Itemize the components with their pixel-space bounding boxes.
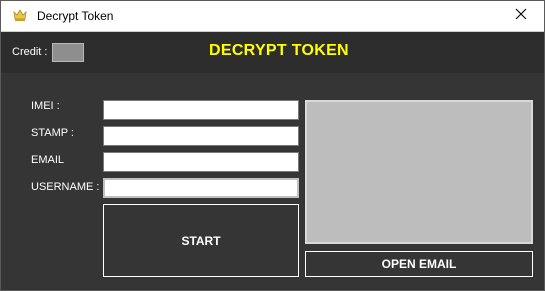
- start-button[interactable]: START: [103, 204, 299, 277]
- decrypt-token-window: Decrypt Token Credit : DECRYPT TOKEN IME…: [0, 0, 545, 291]
- imei-label: IMEI :: [31, 100, 60, 112]
- page-title: DECRYPT TOKEN: [209, 42, 349, 59]
- header-strip: Credit : DECRYPT TOKEN: [1, 32, 544, 73]
- stamp-label: STAMP :: [31, 127, 74, 139]
- window-title: Decrypt Token: [37, 9, 114, 23]
- title-bar[interactable]: Decrypt Token: [1, 1, 544, 32]
- close-icon: [515, 7, 527, 25]
- crown-icon: [13, 8, 27, 22]
- imei-input[interactable]: [103, 100, 299, 120]
- email-preview-box: [305, 100, 533, 244]
- credit-value-box: [52, 43, 84, 62]
- credit-label: Credit :: [12, 46, 48, 58]
- stamp-input[interactable]: [103, 126, 299, 146]
- username-input[interactable]: [103, 178, 299, 198]
- email-label: EMAIL: [31, 154, 65, 166]
- email-input[interactable]: [103, 152, 299, 172]
- close-button[interactable]: [498, 1, 544, 31]
- open-email-button[interactable]: OPEN EMAIL: [305, 251, 533, 277]
- username-label: USERNAME :: [31, 181, 100, 193]
